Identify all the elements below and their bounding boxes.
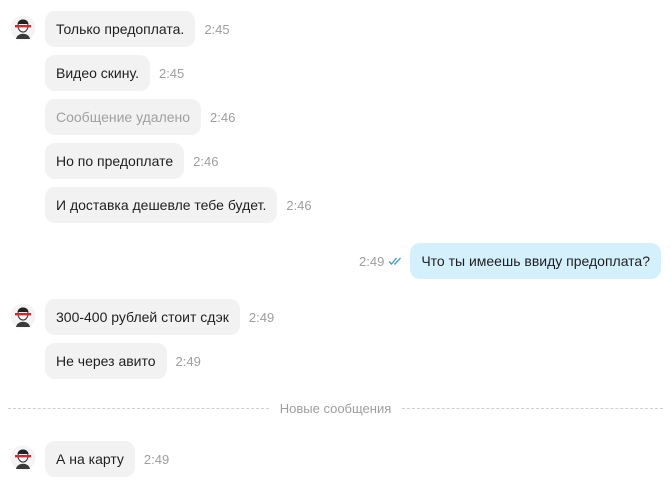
message-bubble[interactable]: Но по предоплате: [45, 143, 185, 179]
message-time: 2:45: [158, 65, 185, 81]
avatar[interactable]: [10, 303, 36, 329]
divider-line: [402, 407, 663, 409]
double-check-icon: [388, 257, 402, 265]
message-time: 2:49: [359, 253, 385, 269]
message-bubble[interactable]: Только предоплата.: [45, 11, 196, 47]
message-time: 2:45: [204, 21, 230, 37]
message-row: Только предоплата. 2:45: [45, 11, 230, 47]
message-time: 2:49: [175, 353, 201, 369]
message-bubble[interactable]: Не через авито: [45, 343, 167, 379]
divider-line: [8, 407, 269, 409]
user-avatar-icon: [10, 15, 36, 41]
outgoing-message-row: 2:49 Что ты имеешь ввиду предоплата?: [359, 243, 661, 279]
message-row: Но по предоплате 2:46: [45, 143, 218, 179]
outgoing-message-bubble[interactable]: Что ты имеешь ввиду предоплата?: [410, 243, 661, 279]
avatar[interactable]: [10, 445, 36, 471]
message-bubble[interactable]: А на карту: [45, 441, 135, 477]
user-avatar-icon: [10, 303, 36, 329]
message-row: Не через авито 2:49: [45, 343, 201, 379]
deleted-message-bubble[interactable]: Сообщение удалено: [45, 99, 202, 135]
message-time: 2:49: [143, 451, 170, 467]
message-row: Видео скину. 2:45: [45, 55, 184, 91]
message-row: 300-400 рублей стоит сдэк 2:49: [45, 299, 274, 335]
divider-label: Новые сообщения: [279, 400, 392, 416]
message-time: 2:46: [210, 109, 236, 125]
new-messages-divider: Новые сообщения: [8, 400, 663, 416]
message-bubble[interactable]: 300-400 рублей стоит сдэк: [45, 299, 240, 335]
message-time: 2:46: [193, 153, 219, 169]
message-bubble[interactable]: И доставка дешевле тебе будет.: [45, 187, 278, 223]
message-row: А на карту 2:49: [45, 441, 169, 477]
message-time: 2:46: [286, 197, 312, 213]
message-time: 2:49: [248, 309, 275, 325]
message-row: Сообщение удалено 2:46: [45, 99, 235, 135]
message-bubble[interactable]: Видео скину.: [45, 55, 150, 91]
avatar[interactable]: [10, 15, 36, 41]
user-avatar-icon: [10, 445, 36, 471]
message-row: И доставка дешевле тебе будет. 2:46: [45, 187, 312, 223]
